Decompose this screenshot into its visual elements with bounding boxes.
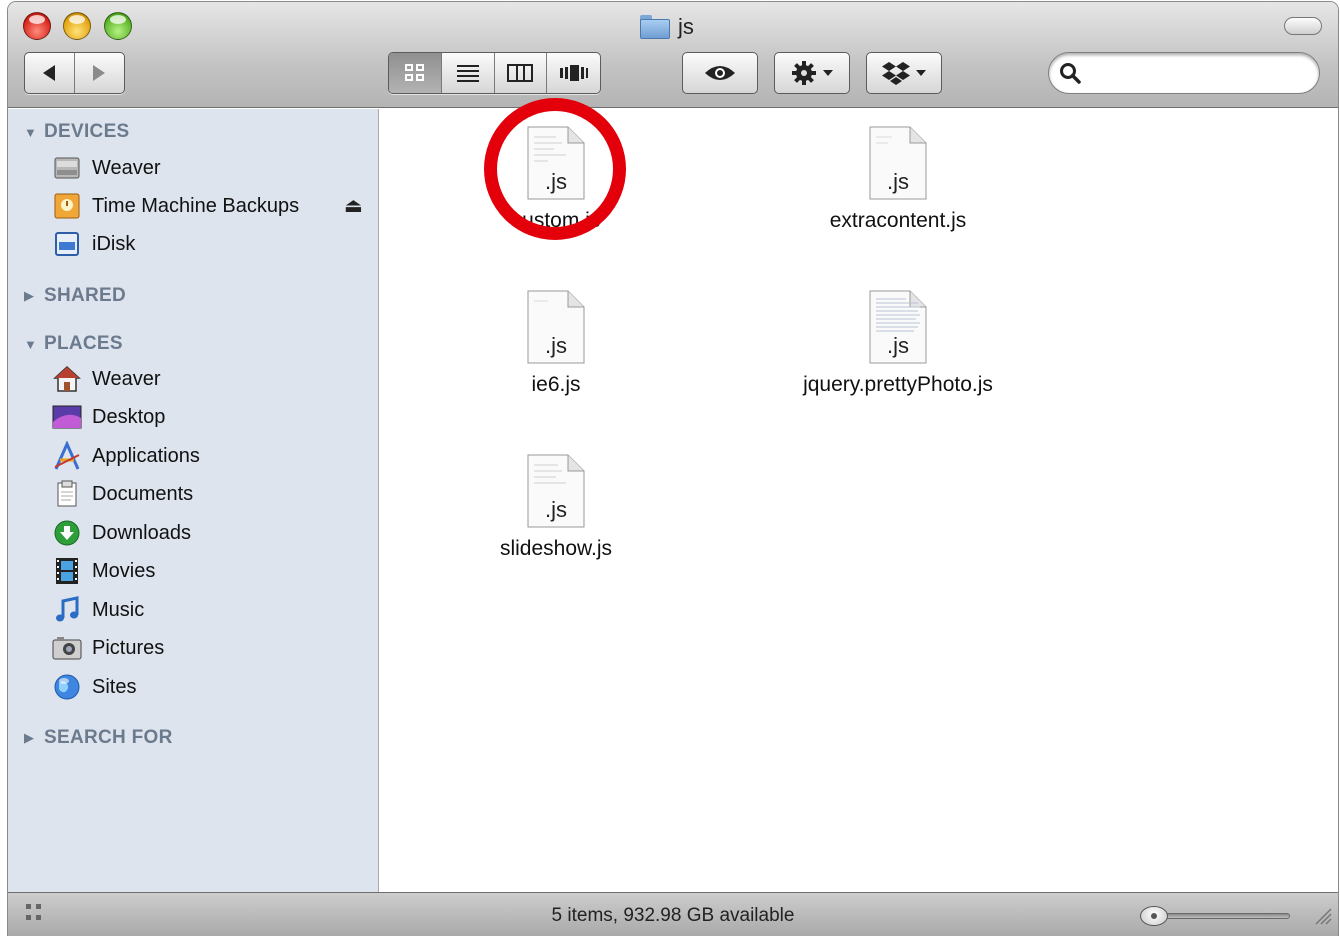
toolbar-toggle-button[interactable] [1284, 17, 1322, 35]
sidebar-item-downloads[interactable]: Downloads [52, 516, 191, 550]
icon-size-slider[interactable] [1140, 906, 1290, 926]
idisk-icon [52, 229, 82, 259]
file-name: extracontent.js [829, 209, 967, 232]
column-view-button[interactable] [495, 53, 548, 93]
search-input[interactable] [1089, 59, 1309, 87]
js-file-icon: .js [526, 289, 586, 365]
svg-text:.js: .js [545, 333, 567, 358]
file-item[interactable]: .js extracontent.js [748, 125, 1048, 233]
back-button[interactable] [25, 53, 75, 93]
file-item[interactable]: .js custom.js [406, 125, 706, 233]
file-item[interactable]: .js slideshow.js [406, 453, 706, 561]
view-mode-buttons [388, 52, 601, 94]
disclosure-triangle-collapsed-icon: ▶ [24, 288, 35, 303]
sidebar-item-applications[interactable]: Applications [52, 439, 200, 473]
icon-view-icon [404, 64, 424, 81]
applications-icon [52, 441, 82, 471]
coverflow-view-button[interactable] [547, 53, 600, 93]
home-icon [52, 364, 82, 394]
dropbox-menu-button[interactable] [866, 52, 942, 94]
js-file-icon: .js [526, 125, 586, 201]
file-name: ie6.js [531, 373, 581, 396]
quick-look-button[interactable] [682, 52, 758, 94]
svg-text:.js: .js [545, 169, 567, 194]
pictures-icon [52, 633, 82, 663]
gear-icon [792, 61, 816, 85]
window-title: js [640, 12, 694, 42]
list-view-icon [456, 65, 479, 82]
sidebar-section-devices[interactable]: ▼ DEVICES [24, 121, 130, 143]
desktop-icon [52, 402, 82, 432]
svg-text:.js: .js [887, 333, 909, 358]
file-name: slideshow.js [499, 537, 613, 560]
zoom-window-button[interactable] [104, 12, 132, 40]
movies-icon [52, 556, 82, 586]
file-item[interactable]: .js ie6.js [406, 289, 706, 397]
file-icon-view: .js custom.js .js extracontent.js .js ie… [380, 109, 1338, 892]
chevron-down-icon [916, 70, 926, 76]
list-view-button[interactable] [442, 53, 495, 93]
disclosure-triangle-expanded-icon: ▼ [24, 124, 38, 140]
sidebar-item-movies[interactable]: Movies [52, 554, 155, 588]
slider-track [1148, 913, 1290, 919]
sites-icon [52, 672, 82, 702]
sidebar-item-idisk[interactable]: iDisk [52, 227, 135, 261]
eye-icon [705, 66, 735, 80]
close-window-button[interactable] [23, 12, 51, 40]
file-name: custom.js [511, 209, 601, 232]
disclosure-triangle-expanded-icon: ▼ [24, 336, 38, 352]
search-box[interactable] [1048, 52, 1320, 94]
forward-button[interactable] [75, 53, 125, 93]
sidebar-item-sites[interactable]: Sites [52, 670, 136, 704]
navigation-buttons [24, 52, 125, 94]
section-label: DEVICES [44, 121, 130, 142]
dropbox-icon [882, 62, 910, 85]
svg-text:.js: .js [887, 169, 909, 194]
folder-icon [640, 15, 670, 39]
js-file-icon: .js [868, 289, 928, 365]
status-bar: 5 items, 932.98 GB available [8, 892, 1338, 936]
section-label: SEARCH FOR [44, 727, 173, 748]
js-file-icon: .js [526, 453, 586, 529]
sidebar-section-search-for[interactable]: ▶ SEARCH FOR [24, 727, 173, 749]
resize-grip-icon[interactable] [1314, 907, 1332, 925]
action-menu-button[interactable] [774, 52, 850, 94]
sidebar-item-documents[interactable]: Documents [52, 477, 193, 511]
slider-knob[interactable] [1140, 906, 1168, 926]
svg-text:.js: .js [545, 497, 567, 522]
section-label: PLACES [44, 333, 123, 354]
sidebar-item-home[interactable]: Weaver [52, 362, 161, 396]
sidebar-section-places[interactable]: ▼ PLACES [24, 333, 123, 355]
status-text: 5 items, 932.98 GB available [551, 905, 795, 926]
sidebar-item-desktop[interactable]: Desktop [52, 400, 165, 434]
sidebar-item-weaver-drive[interactable]: Weaver [52, 151, 161, 185]
sidebar-section-shared[interactable]: ▶ SHARED [24, 285, 126, 307]
documents-icon [52, 479, 82, 509]
sidebar: ▼ DEVICES Weaver Time Machine Backups ⏏ … [8, 109, 379, 892]
eject-icon[interactable]: ⏏ [344, 193, 363, 218]
sidebar-item-time-machine-backups[interactable]: Time Machine Backups [52, 189, 299, 223]
sidebar-item-pictures[interactable]: Pictures [52, 631, 164, 665]
music-icon [52, 595, 82, 625]
sidebar-item-music[interactable]: Music [52, 593, 144, 627]
window-title-text: js [678, 14, 694, 39]
file-name: jquery.prettyPhoto.js [803, 373, 993, 396]
finder-window: js ▼ DEVICES Weaver Time Machine Backups… [8, 2, 1338, 936]
file-item[interactable]: .js jquery.prettyPhoto.js [748, 289, 1048, 397]
column-view-icon [507, 64, 534, 82]
section-label: SHARED [44, 285, 127, 306]
toolbar: js [8, 2, 1338, 108]
back-arrow-icon [43, 65, 56, 81]
minimize-window-button[interactable] [63, 12, 91, 40]
coverflow-view-icon [559, 65, 588, 81]
downloads-icon [52, 518, 82, 548]
disclosure-triangle-collapsed-icon: ▶ [24, 730, 35, 745]
icon-view-button[interactable] [389, 53, 442, 93]
time-machine-drive-icon [52, 191, 82, 221]
js-file-icon: .js [868, 125, 928, 201]
hard-drive-icon [52, 153, 82, 183]
chevron-down-icon [823, 70, 833, 76]
search-icon [1060, 63, 1081, 84]
forward-arrow-icon [93, 65, 106, 81]
